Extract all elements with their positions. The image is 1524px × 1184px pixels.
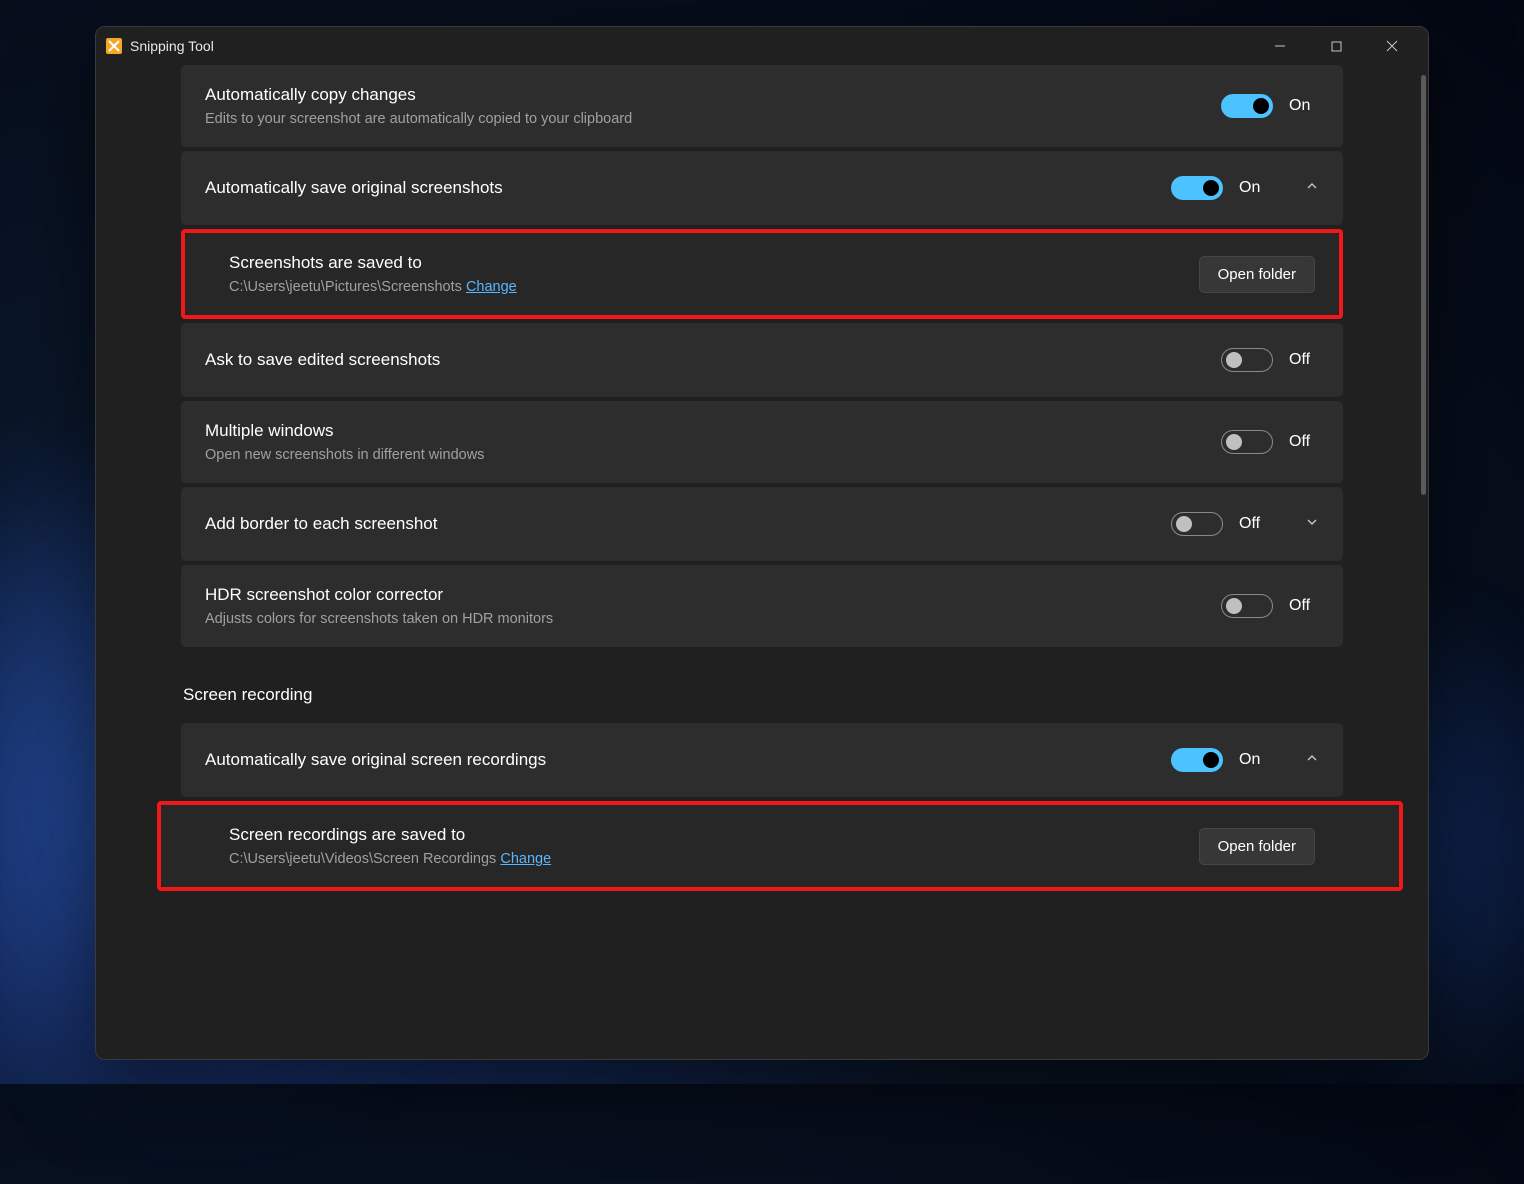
titlebar[interactable]: Snipping Tool [96,27,1428,65]
setting-auto-copy-changes[interactable]: Automatically copy changes Edits to your… [181,65,1343,147]
screenshot-path: C:\Users\jeetu\Pictures\Screenshots [229,279,462,295]
toggle-auto-copy[interactable] [1221,94,1273,118]
setting-title: Screenshots are saved to [229,251,1199,275]
minimize-icon [1274,40,1286,52]
setting-title: Multiple windows [205,419,1221,443]
chevron-up-icon [1305,179,1319,198]
setting-screenshot-location: Screenshots are saved to C:\Users\jeetu\… [185,233,1339,315]
recording-path: C:\Users\jeetu\Videos\Screen Recordings [229,851,496,867]
chevron-up-icon [1305,751,1319,770]
toggle-state-label: Off [1239,515,1269,533]
snipping-tool-window: Snipping Tool Automatically copy changes… [95,26,1429,1060]
toggle-state-label: On [1239,751,1269,769]
maximize-button[interactable] [1308,27,1364,65]
setting-ask-save-edited[interactable]: Ask to save edited screenshots Off [181,323,1343,397]
open-screenshot-folder-button[interactable]: Open folder [1199,256,1315,293]
toggle-hdr-corrector[interactable] [1221,594,1273,618]
snipping-tool-icon [106,38,122,54]
change-recording-location-link[interactable]: Change [500,851,551,867]
toggle-ask-save-edited[interactable] [1221,348,1273,372]
setting-title: Ask to save edited screenshots [205,348,1221,372]
toggle-state-label: On [1289,97,1319,115]
chevron-down-icon [1305,515,1319,534]
setting-recording-location: Screen recordings are saved to C:\Users\… [161,805,1399,887]
setting-auto-save-screenshots[interactable]: Automatically save original screenshots … [181,151,1343,225]
open-recording-folder-button[interactable]: Open folder [1199,828,1315,865]
setting-multiple-windows[interactable]: Multiple windows Open new screenshots in… [181,401,1343,483]
section-heading-recording: Screen recording [181,685,1343,705]
toggle-add-border[interactable] [1171,512,1223,536]
setting-title: HDR screenshot color corrector [205,583,1221,607]
setting-auto-save-recordings[interactable]: Automatically save original screen recor… [181,723,1343,797]
setting-hdr-corrector[interactable]: HDR screenshot color corrector Adjusts c… [181,565,1343,647]
toggle-auto-save-recordings[interactable] [1171,748,1223,772]
setting-title: Automatically save original screenshots [205,176,1171,200]
scrollbar-thumb[interactable] [1421,75,1426,495]
window-title: Snipping Tool [130,38,214,54]
toggle-state-label: Off [1289,351,1319,369]
setting-title: Automatically save original screen recor… [205,748,1171,772]
settings-content[interactable]: Automatically copy changes Edits to your… [96,65,1428,1059]
setting-subtitle: Adjusts colors for screenshots taken on … [205,609,1221,629]
toggle-multiple-windows[interactable] [1221,430,1273,454]
highlight-recording-location: Screen recordings are saved to C:\Users\… [157,801,1403,891]
toggle-state-label: On [1239,179,1269,197]
setting-title: Automatically copy changes [205,83,1221,107]
maximize-icon [1331,41,1342,52]
toggle-state-label: Off [1289,433,1319,451]
change-screenshot-location-link[interactable]: Change [466,279,517,295]
toggle-state-label: Off [1289,597,1319,615]
setting-subtitle: Edits to your screenshot are automatical… [205,109,1221,129]
setting-add-border[interactable]: Add border to each screenshot Off [181,487,1343,561]
setting-title: Add border to each screenshot [205,512,1171,536]
toggle-auto-save-screenshots[interactable] [1171,176,1223,200]
close-button[interactable] [1364,27,1420,65]
setting-title: Screen recordings are saved to [229,823,1199,847]
close-icon [1386,40,1398,52]
setting-subtitle: Open new screenshots in different window… [205,445,1221,465]
minimize-button[interactable] [1252,27,1308,65]
window-controls [1252,27,1420,65]
highlight-screenshot-location: Screenshots are saved to C:\Users\jeetu\… [181,229,1343,319]
